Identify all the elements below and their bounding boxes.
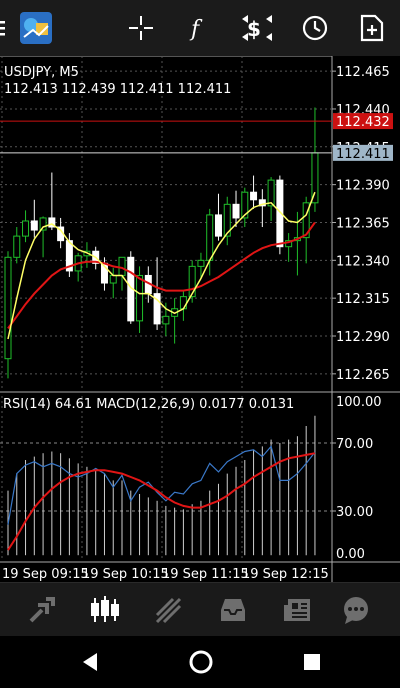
clock-icon[interactable]: [295, 8, 335, 48]
price-tick-label: 112.315: [336, 292, 390, 307]
candle-body: [206, 214, 214, 261]
slow-ma-line: [7, 221, 316, 329]
candle-body: [197, 259, 205, 267]
app-logo[interactable]: [16, 8, 56, 48]
price-tick-label: 112.290: [336, 330, 390, 345]
candle-body: [22, 220, 30, 237]
quotes-icon[interactable]: [18, 589, 66, 631]
new-document-icon[interactable]: [352, 8, 392, 48]
candle-body: [179, 296, 187, 310]
candle-body: [250, 191, 258, 201]
svg-text:$: $: [247, 17, 261, 41]
fast-ma-line: [7, 191, 316, 340]
trade-tab-icon[interactable]: [145, 589, 193, 631]
svg-text:f: f: [189, 17, 203, 41]
indicator-tick-label: 100.00: [336, 395, 382, 410]
price-tick-label: 112.365: [336, 216, 390, 231]
news-icon[interactable]: [274, 589, 322, 631]
bid-price-label: 112.411: [336, 147, 390, 162]
candles: [4, 107, 319, 379]
candle-body: [311, 152, 319, 204]
indicator-axis: 100.00 70.00 30.00 0.00: [332, 391, 382, 563]
candle-body: [162, 315, 170, 325]
candle-body: [30, 220, 38, 231]
macd-histogram: [7, 415, 316, 556]
indicator-tick-label: 30.00: [336, 505, 373, 520]
price-tick-label: 112.340: [336, 254, 390, 269]
indicator-tick-label: 70.00: [336, 437, 373, 452]
price-panel: 112.465112.440112.415112.390112.365112.3…: [0, 55, 400, 582]
candle-body: [118, 256, 126, 276]
back-icon[interactable]: [70, 642, 110, 682]
time-tick-label: 19 Sep 11:15: [162, 567, 249, 582]
macd-signal-line: [7, 452, 316, 551]
time-tick-label: 19 Sep 12:15: [242, 567, 329, 582]
price-tick-label: 112.465: [336, 65, 390, 80]
rsi-line: [7, 445, 316, 525]
chart-area[interactable]: 112.465112.440112.415112.390112.365112.3…: [0, 55, 400, 582]
home-icon[interactable]: [181, 642, 221, 682]
indicator-label: RSI(14) 64.61 MACD(12,26,9) 0.0177 0.013…: [3, 397, 294, 412]
history-icon[interactable]: [209, 589, 257, 631]
candle-body: [13, 235, 21, 258]
indicator-panel: 100.00 70.00 30.00 0.00 RSI(14) 64.61 MACD(…: [0, 391, 382, 563]
bottom-tab-bar: [0, 582, 400, 637]
indicator-tick-label: 0.00: [336, 547, 365, 562]
recents-icon[interactable]: [292, 642, 332, 682]
top-toolbar: f $: [0, 0, 400, 56]
chart-icon[interactable]: [81, 589, 129, 631]
function-icon[interactable]: f: [178, 8, 218, 48]
system-nav-bar: [0, 636, 400, 688]
time-tick-label: 19 Sep 09:15: [2, 567, 89, 582]
time-axis: 19 Sep 09:1519 Sep 10:1519 Sep 11:1519 S…: [2, 567, 329, 582]
crosshair-icon[interactable]: [121, 8, 161, 48]
trade-icon[interactable]: $: [236, 8, 276, 48]
candle-body: [136, 274, 144, 322]
candle-body: [267, 179, 275, 207]
chat-icon[interactable]: [332, 589, 380, 631]
price-tick-label: 112.390: [336, 179, 390, 194]
candle-body: [214, 214, 222, 237]
symbol-label: USDJPY, M5: [4, 65, 79, 80]
price-tick-label: 112.265: [336, 368, 390, 383]
ohlc-label: 112.413 112.439 112.411 112.411: [4, 82, 231, 97]
candle-body: [232, 203, 240, 219]
candle-body: [188, 265, 196, 298]
menu-icon[interactable]: [0, 8, 12, 48]
candle-body: [4, 256, 12, 360]
ask-price-label: 112.432: [336, 115, 390, 130]
candle-body: [109, 274, 117, 284]
price-axis: 112.465112.440112.415112.390112.365112.3…: [332, 65, 390, 383]
time-tick-label: 19 Sep 10:15: [82, 567, 169, 582]
